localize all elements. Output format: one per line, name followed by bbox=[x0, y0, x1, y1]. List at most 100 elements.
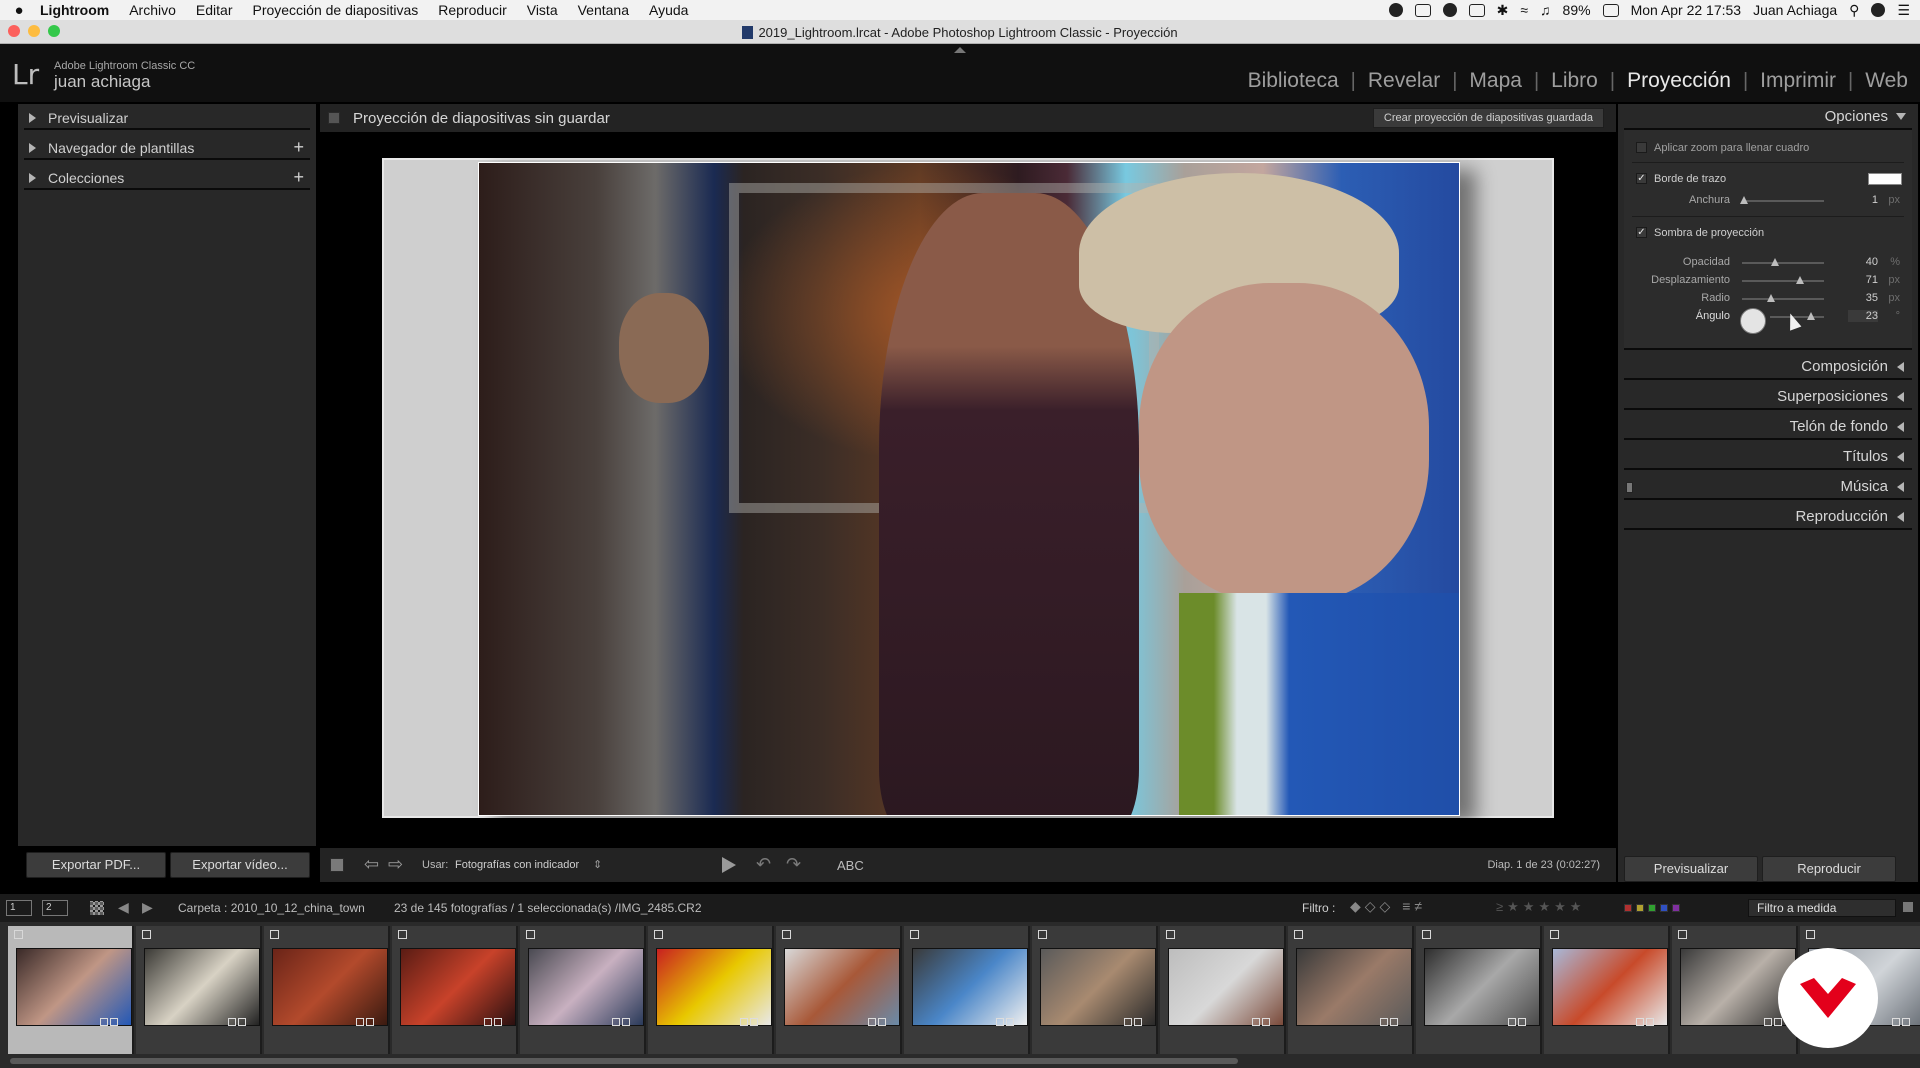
section-composicion[interactable]: Composición bbox=[1624, 354, 1912, 380]
slider-track[interactable] bbox=[1742, 258, 1824, 266]
filmstrip-cell[interactable] bbox=[904, 926, 1030, 1054]
apple-menu-icon[interactable]: ● bbox=[10, 2, 28, 19]
metadata-badge-icon[interactable] bbox=[740, 1018, 748, 1026]
pick-flag-icon[interactable] bbox=[270, 930, 279, 939]
export-video-button[interactable]: Exportar vídeo... bbox=[170, 852, 310, 878]
metadata-badge-icon[interactable] bbox=[1508, 1018, 1516, 1026]
add-text-button[interactable]: ABC bbox=[837, 858, 864, 873]
develop-badge-icon[interactable] bbox=[1902, 1018, 1910, 1026]
slider-knob[interactable] bbox=[1766, 294, 1775, 302]
menu-vista[interactable]: Vista bbox=[527, 2, 558, 18]
slider-track[interactable] bbox=[1742, 276, 1824, 284]
develop-badge-icon[interactable] bbox=[878, 1018, 886, 1026]
pick-flag-icon[interactable] bbox=[910, 930, 919, 939]
thumb-butcher[interactable] bbox=[400, 948, 516, 1026]
purple-label-icon[interactable] bbox=[1672, 904, 1680, 912]
rotate-left-icon[interactable]: ↶ bbox=[756, 854, 771, 875]
slider-track[interactable] bbox=[1742, 294, 1824, 302]
module-libro[interactable]: Libro bbox=[1539, 69, 1610, 93]
section-musica[interactable]: Música bbox=[1624, 474, 1912, 500]
battery-percent[interactable]: 89% bbox=[1563, 2, 1591, 18]
pick-flag-icon[interactable] bbox=[654, 930, 663, 939]
pick-flag-icon[interactable] bbox=[1166, 930, 1175, 939]
panel-previsualizar[interactable]: Previsualizar bbox=[24, 106, 310, 130]
thumb-shop-street[interactable] bbox=[528, 948, 644, 1026]
pick-flag-icon[interactable] bbox=[14, 930, 23, 939]
slider-knob[interactable] bbox=[1739, 196, 1748, 204]
develop-badge-icon[interactable] bbox=[494, 1018, 502, 1026]
pick-flag-icon[interactable] bbox=[1806, 930, 1815, 939]
pick-flag-icon[interactable] bbox=[1550, 930, 1559, 939]
metadata-badge-icon[interactable] bbox=[1764, 1018, 1772, 1026]
siri-icon[interactable] bbox=[1871, 3, 1886, 17]
expand-triangle-icon[interactable] bbox=[1897, 452, 1904, 462]
filmstrip-cell[interactable] bbox=[392, 926, 518, 1054]
develop-badge-icon[interactable] bbox=[110, 1018, 118, 1026]
metadata-badge-icon[interactable] bbox=[1892, 1018, 1900, 1026]
spotlight-search-icon[interactable]: ⚲ bbox=[1849, 2, 1859, 19]
create-saved-slideshow-button[interactable]: Crear proyección de diapositivas guardad… bbox=[1372, 108, 1604, 128]
metadata-badge-icon[interactable] bbox=[1380, 1018, 1388, 1026]
develop-badge-icon[interactable] bbox=[622, 1018, 630, 1026]
filmstrip-cell[interactable] bbox=[1288, 926, 1414, 1054]
filmstrip-cell[interactable] bbox=[1416, 926, 1542, 1054]
stroke-border-checkbox[interactable]: ✓ bbox=[1636, 173, 1647, 184]
pick-flag-icon[interactable] bbox=[1294, 930, 1303, 939]
filmstrip-cell[interactable] bbox=[1032, 926, 1158, 1054]
battery-icon[interactable] bbox=[1602, 3, 1619, 17]
metadata-badge-icon[interactable] bbox=[228, 1018, 236, 1026]
collapse-triangle-icon[interactable] bbox=[1896, 113, 1906, 120]
filmstrip-cell[interactable] bbox=[776, 926, 902, 1054]
use-dropdown[interactable]: Fotografías con indicador bbox=[455, 859, 579, 871]
section-titulos[interactable]: Títulos bbox=[1624, 444, 1912, 470]
slider-track[interactable] bbox=[1739, 196, 1824, 204]
slide-photo[interactable] bbox=[478, 162, 1460, 816]
metadata-badge-icon[interactable] bbox=[996, 1018, 1004, 1026]
develop-badge-icon[interactable] bbox=[1262, 1018, 1270, 1026]
stroke-color-swatch[interactable] bbox=[1868, 173, 1902, 185]
panel-colecciones[interactable]: Colecciones + bbox=[24, 166, 310, 190]
add-template-plus-icon[interactable]: + bbox=[293, 137, 304, 158]
thumb-man-sitting[interactable] bbox=[1168, 948, 1284, 1026]
notification-center-icon[interactable]: ☰ bbox=[1897, 2, 1910, 19]
pick-flag-icon[interactable] bbox=[1038, 930, 1047, 939]
metadata-badge-icon[interactable] bbox=[612, 1018, 620, 1026]
menu-proyeccion[interactable]: Proyección de diapositivas bbox=[252, 2, 418, 18]
section-opciones[interactable]: Opciones bbox=[1624, 104, 1912, 130]
filmstrip-cell[interactable] bbox=[136, 926, 262, 1054]
filmstrip-cell[interactable] bbox=[1160, 926, 1286, 1054]
back-arrow-icon[interactable]: ◀ bbox=[118, 899, 129, 916]
drop-shadow-checkbox[interactable]: ✓ bbox=[1636, 227, 1647, 238]
creative-cloud-icon[interactable] bbox=[1442, 3, 1457, 17]
previous-slide-icon[interactable]: ⇦ bbox=[364, 854, 379, 875]
thumb-market-stall[interactable] bbox=[144, 948, 260, 1026]
filmstrip-cell[interactable] bbox=[520, 926, 646, 1054]
develop-badge-icon[interactable] bbox=[1006, 1018, 1014, 1026]
develop-badge-icon[interactable] bbox=[750, 1018, 758, 1026]
pick-flag-icon[interactable] bbox=[782, 930, 791, 939]
filmstrip-cell[interactable] bbox=[648, 926, 774, 1054]
zoom-fill-checkbox[interactable] bbox=[1636, 142, 1647, 153]
slider-knob[interactable] bbox=[1796, 276, 1805, 284]
module-proyeccion[interactable]: Proyección bbox=[1615, 69, 1743, 93]
thumb-storefront[interactable] bbox=[784, 948, 900, 1026]
menu-editar[interactable]: Editar bbox=[196, 2, 233, 18]
thumb-roast-ducks[interactable] bbox=[272, 948, 388, 1026]
export-pdf-button[interactable]: Exportar PDF... bbox=[26, 852, 166, 878]
expand-triangle-icon[interactable] bbox=[1897, 482, 1904, 492]
develop-badge-icon[interactable] bbox=[1646, 1018, 1654, 1026]
module-mapa[interactable]: Mapa bbox=[1457, 69, 1534, 93]
blue-label-icon[interactable] bbox=[1660, 904, 1668, 912]
module-imprimir[interactable]: Imprimir bbox=[1748, 69, 1848, 93]
color-label-filter[interactable] bbox=[1624, 904, 1680, 912]
volume-icon[interactable]: ♫ bbox=[1540, 2, 1551, 18]
module-web[interactable]: Web bbox=[1853, 69, 1920, 93]
menu-ventana[interactable]: Ventana bbox=[578, 2, 629, 18]
pick-flag-icon[interactable] bbox=[398, 930, 407, 939]
expand-triangle-icon[interactable] bbox=[29, 143, 36, 153]
thumb-trading-sign[interactable] bbox=[656, 948, 772, 1026]
section-reproduccion[interactable]: Reproducción bbox=[1624, 504, 1912, 530]
next-slide-icon[interactable]: ⇨ bbox=[388, 854, 403, 875]
expand-triangle-icon[interactable] bbox=[1897, 422, 1904, 432]
angle-dial[interactable] bbox=[1740, 308, 1766, 334]
